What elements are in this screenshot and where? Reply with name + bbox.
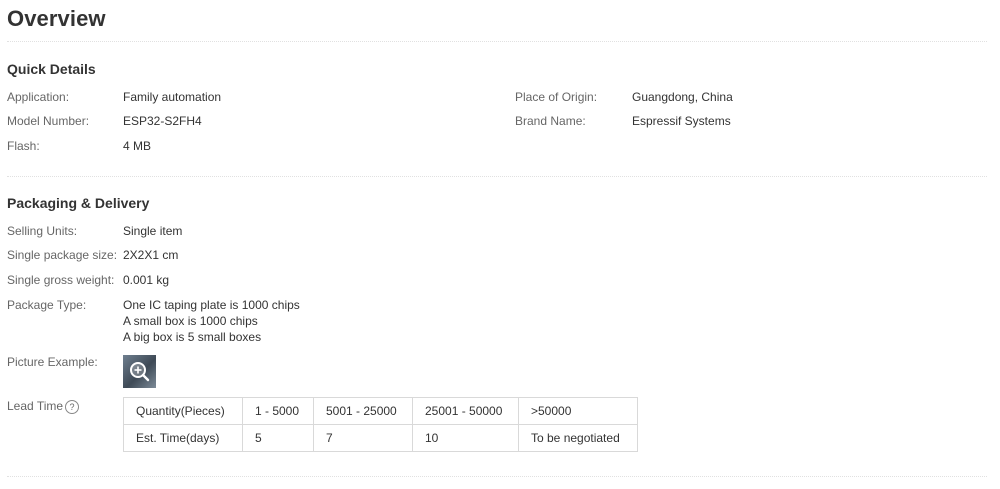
package-type-line: A big box is 5 small boxes (123, 330, 262, 344)
table-cell: Quantity(Pieces) (123, 397, 243, 425)
package-size-label: Single package size: (7, 248, 118, 262)
table-cell: Est. Time(days) (123, 424, 243, 452)
divider (7, 41, 987, 42)
zoom-in-icon (130, 362, 150, 382)
help-icon[interactable]: ? (65, 400, 80, 414)
place-of-origin-value: Guangdong, China (632, 90, 733, 104)
divider (7, 176, 987, 177)
table-cell: 7 (313, 424, 413, 452)
application-label: Application: (7, 90, 70, 104)
divider (7, 476, 987, 477)
flash-label: Flash: (7, 139, 40, 153)
table-cell: >50000 (518, 397, 638, 425)
selling-units-value: Single item (123, 224, 183, 238)
gross-weight-label: Single gross weight: (7, 273, 115, 287)
picture-example-thumbnail[interactable] (123, 355, 156, 388)
section-title-quick-details: Quick Details (7, 61, 96, 77)
table-cell: 5001 - 25000 (313, 397, 413, 425)
package-type-label: Package Type: (7, 298, 87, 312)
table-cell: 10 (412, 424, 519, 452)
picture-example-label: Picture Example: (7, 355, 98, 369)
gross-weight-value: 0.001 kg (123, 273, 170, 287)
model-number-value: ESP32-S2FH4 (123, 114, 202, 128)
lead-time-label: Lead Time? (7, 398, 80, 414)
brand-name-label: Brand Name: (515, 114, 586, 128)
lead-time-table: Quantity(Pieces) 1 - 5000 5001 - 25000 2… (123, 397, 638, 452)
package-type-line: A small box is 1000 chips (123, 314, 258, 328)
page-title: Overview (7, 6, 106, 31)
package-size-value: 2X2X1 cm (123, 248, 179, 262)
table-row: Quantity(Pieces) 1 - 5000 5001 - 25000 2… (123, 397, 638, 425)
table-cell: 1 - 5000 (242, 397, 314, 425)
section-title-packaging: Packaging & Delivery (7, 195, 150, 211)
package-type-line: One IC taping plate is 1000 chips (123, 298, 300, 312)
package-type-value: One IC taping plate is 1000 chips A smal… (123, 297, 300, 345)
table-cell: To be negotiated (518, 424, 638, 452)
model-number-label: Model Number: (7, 114, 90, 128)
table-cell: 5 (242, 424, 314, 452)
flash-value: 4 MB (123, 139, 152, 153)
application-value: Family automation (123, 90, 222, 104)
place-of-origin-label: Place of Origin: (515, 90, 598, 104)
table-cell: 25001 - 50000 (412, 397, 519, 425)
lead-time-label-text: Lead Time (7, 399, 64, 413)
brand-name-value: Espressif Systems (632, 114, 731, 128)
table-row: Est. Time(days) 5 7 10 To be negotiated (123, 424, 638, 452)
selling-units-label: Selling Units: (7, 224, 78, 238)
